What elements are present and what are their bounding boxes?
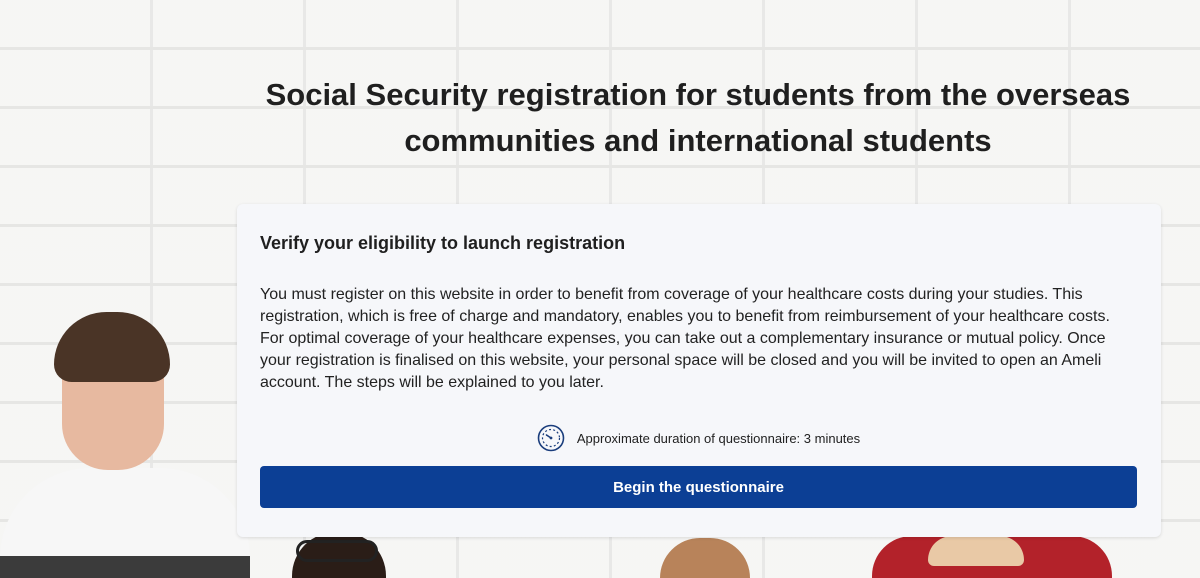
background-person-4-hair — [928, 536, 1024, 566]
card-description: You must register on this website in ord… — [260, 286, 1110, 391]
background-person-stripe — [0, 556, 250, 578]
background-person-3-hair — [660, 538, 750, 578]
background-person-2-glasses — [296, 540, 378, 562]
begin-questionnaire-button[interactable]: Begin the questionnaire — [260, 466, 1137, 508]
timer-icon — [537, 424, 565, 452]
page: Social Security registration for student… — [0, 0, 1200, 578]
duration-label: Approximate duration of questionnaire: 3… — [576, 430, 861, 446]
background-person-hair — [54, 312, 170, 382]
card-heading: Verify your eligibility to launch regist… — [260, 233, 626, 253]
eligibility-card: Verify your eligibility to launch regist… — [237, 204, 1161, 537]
questionnaire-duration: Approximate duration of questionnaire: 3… — [260, 424, 1137, 452]
page-title: Social Security registration for student… — [265, 77, 1131, 158]
